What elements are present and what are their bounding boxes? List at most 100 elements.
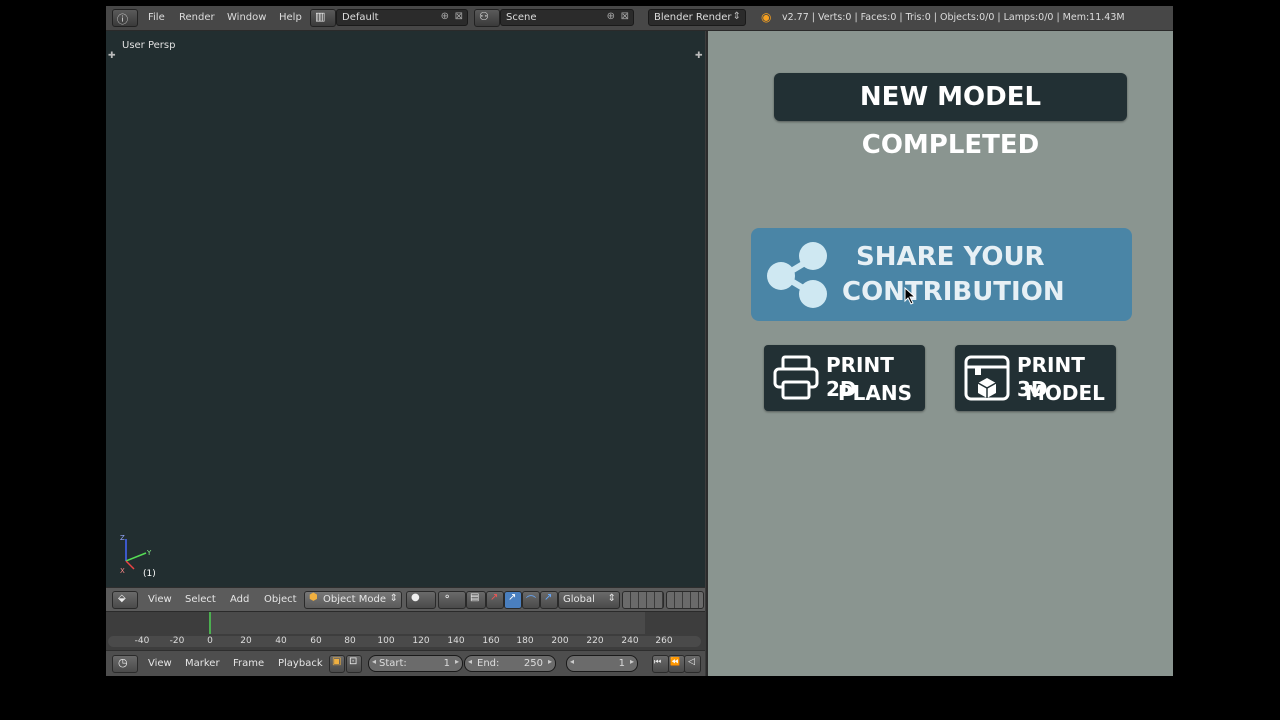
share-contribution-button[interactable]: SHARE YOUR CONTRIBUTION	[751, 228, 1132, 321]
scene-icon: ⚇	[479, 10, 489, 23]
orientation-dropdown[interactable]: Global ⇕	[558, 591, 620, 609]
scene-field[interactable]: Scene ⊕ ⊠	[500, 9, 634, 26]
manipulator-toggle[interactable]: ▤	[466, 591, 486, 609]
object-mode-icon: ⬢	[309, 592, 318, 603]
render-engine-dropdown[interactable]: Blender Render ⇕	[648, 9, 746, 26]
lock-toggle[interactable]: ⊡	[346, 655, 362, 673]
menu-object[interactable]: Object	[264, 594, 297, 605]
increment-arrow-icon[interactable]: ▸	[630, 657, 634, 666]
tick-label: 180	[516, 636, 534, 646]
layer-grid-2[interactable]	[666, 591, 704, 609]
viewport-shading-dropdown[interactable]: ●	[406, 591, 436, 609]
mode-dropdown[interactable]: ⬢ Object Mode ⇕	[304, 591, 402, 609]
scene-selector-button[interactable]: ⚇	[474, 9, 500, 27]
arrow-icon: ↗	[544, 592, 553, 603]
menu-view[interactable]: View	[148, 658, 172, 669]
end-frame-field[interactable]: ◂ End: 250 ▸	[464, 655, 556, 672]
share-icon	[767, 242, 827, 308]
print-2d-label-line2: PLANS	[838, 381, 913, 405]
current-frame-marker[interactable]	[209, 612, 211, 634]
menu-view[interactable]: View	[148, 594, 172, 605]
menu-select[interactable]: Select	[185, 594, 216, 605]
key-icon: ▣	[332, 656, 342, 667]
keyframe-toggle[interactable]: ▣	[329, 655, 345, 673]
increment-arrow-icon[interactable]: ▸	[548, 657, 552, 666]
screen-layout-field[interactable]: Default ⊕ ⊠	[336, 9, 468, 26]
jump-start-button[interactable]: ⏮	[652, 655, 669, 673]
increment-arrow-icon[interactable]: ▸	[455, 657, 459, 666]
tick-label: 240	[621, 636, 639, 646]
y-axis-label: Y	[146, 549, 152, 557]
rotate-manipulator[interactable]: ↗	[504, 591, 522, 609]
rotate-icon: ↗	[508, 592, 517, 603]
scale-manipulator[interactable]: ⌒	[522, 591, 540, 609]
editor-type-button[interactable]: ◷	[112, 655, 138, 673]
decrement-arrow-icon[interactable]: ◂	[468, 657, 472, 666]
decrement-arrow-icon[interactable]: ◂	[570, 657, 574, 666]
menu-frame[interactable]: Frame	[233, 658, 264, 669]
play-reverse-button[interactable]: ◁	[684, 655, 701, 673]
y-axis-line	[125, 552, 147, 562]
menu-help[interactable]: Help	[279, 12, 302, 23]
start-frame-value: 1	[443, 658, 450, 669]
layout-icon: ▥	[315, 10, 326, 23]
tick-label: 60	[310, 636, 322, 646]
corner-widget-top-right[interactable]: ✚	[695, 51, 703, 61]
print-3d-model-button[interactable]: PRINT 3D MODEL	[955, 345, 1116, 411]
menu-file[interactable]: File	[148, 12, 165, 23]
blender-window: ⓘ File Render Window Help ▥ Default ⊕ ⊠ …	[106, 6, 1173, 676]
contribution-panel: NEW MODEL COMPLETED SHARE YOUR CONTRIBUT…	[706, 31, 1173, 676]
corner-widget-top-left[interactable]: ✚	[108, 51, 116, 61]
viewport-label: User Persp	[122, 40, 176, 51]
layer-grid-1[interactable]	[622, 591, 664, 609]
tick-label: 200	[551, 636, 569, 646]
tick-label: 220	[586, 636, 604, 646]
menu-marker[interactable]: Marker	[185, 658, 220, 669]
screen-layout-value: Default	[342, 12, 379, 23]
dropdown-arrow-icon: ⇕	[732, 11, 741, 22]
end-frame-value: 250	[523, 658, 543, 669]
decrement-arrow-icon[interactable]: ◂	[372, 657, 376, 666]
menu-window[interactable]: Window	[227, 12, 266, 23]
info-header: ⓘ File Render Window Help ▥ Default ⊕ ⊠ …	[106, 6, 1173, 31]
editor-type-button[interactable]: ⓘ	[112, 9, 138, 27]
add-scene-icon[interactable]: ⊕	[607, 11, 615, 22]
screen-layout-button[interactable]: ▥	[310, 9, 336, 27]
lock-icon: ⊡	[349, 656, 358, 667]
share-label-line2: CONTRIBUTION	[842, 277, 1065, 307]
3d-viewport[interactable]: User Persp ✚ ✚ Z Y X (1)	[106, 31, 705, 587]
tick-label: 40	[275, 636, 287, 646]
translate-manipulator[interactable]: ↗	[486, 591, 504, 609]
start-frame-field[interactable]: ◂ Start: 1 ▸	[368, 655, 463, 672]
remove-layout-icon[interactable]: ⊠	[455, 11, 463, 22]
z-axis-label: Z	[120, 534, 125, 542]
tick-label: -40	[134, 636, 150, 646]
menu-playback[interactable]: Playback	[278, 658, 323, 669]
print-2d-plans-button[interactable]: PRINT 2D PLANS	[764, 345, 925, 411]
start-frame-label: Start:	[379, 658, 407, 669]
pivot-icon: ⚬	[443, 592, 452, 603]
tick-label: 80	[344, 636, 356, 646]
timeline-area[interactable]: -40 -20 0 20 40 60 80 100 120 140 160 18…	[106, 611, 705, 650]
menu-render[interactable]: Render	[179, 12, 215, 23]
tick-label: 100	[377, 636, 395, 646]
timeline-scrollbar[interactable]	[108, 636, 701, 647]
editor-type-button[interactable]: ⬙	[112, 591, 138, 609]
menu-add[interactable]: Add	[230, 594, 249, 605]
mouse-cursor-icon	[904, 287, 916, 305]
pivot-point-dropdown[interactable]: ⚬	[438, 591, 466, 609]
tick-label: 160	[482, 636, 500, 646]
current-frame-field[interactable]: ◂ 1 ▸	[566, 655, 638, 672]
add-layout-icon[interactable]: ⊕	[441, 11, 449, 22]
scale-icon: ⌒	[526, 596, 536, 607]
print-3d-label-line2: MODEL	[1025, 381, 1105, 405]
jump-keyframe-button[interactable]: ⏪	[668, 655, 685, 673]
x-axis-line	[125, 560, 135, 570]
jump-start-icon: ⏮	[654, 657, 662, 666]
remove-scene-icon[interactable]: ⊠	[621, 11, 629, 22]
extra-manipulator[interactable]: ↗	[540, 591, 558, 609]
3d-printer-icon	[964, 355, 1010, 401]
timeline-frame-range	[209, 612, 645, 634]
scene-value: Scene	[506, 12, 537, 23]
banner-text: NEW MODEL COMPLETED	[859, 82, 1042, 160]
